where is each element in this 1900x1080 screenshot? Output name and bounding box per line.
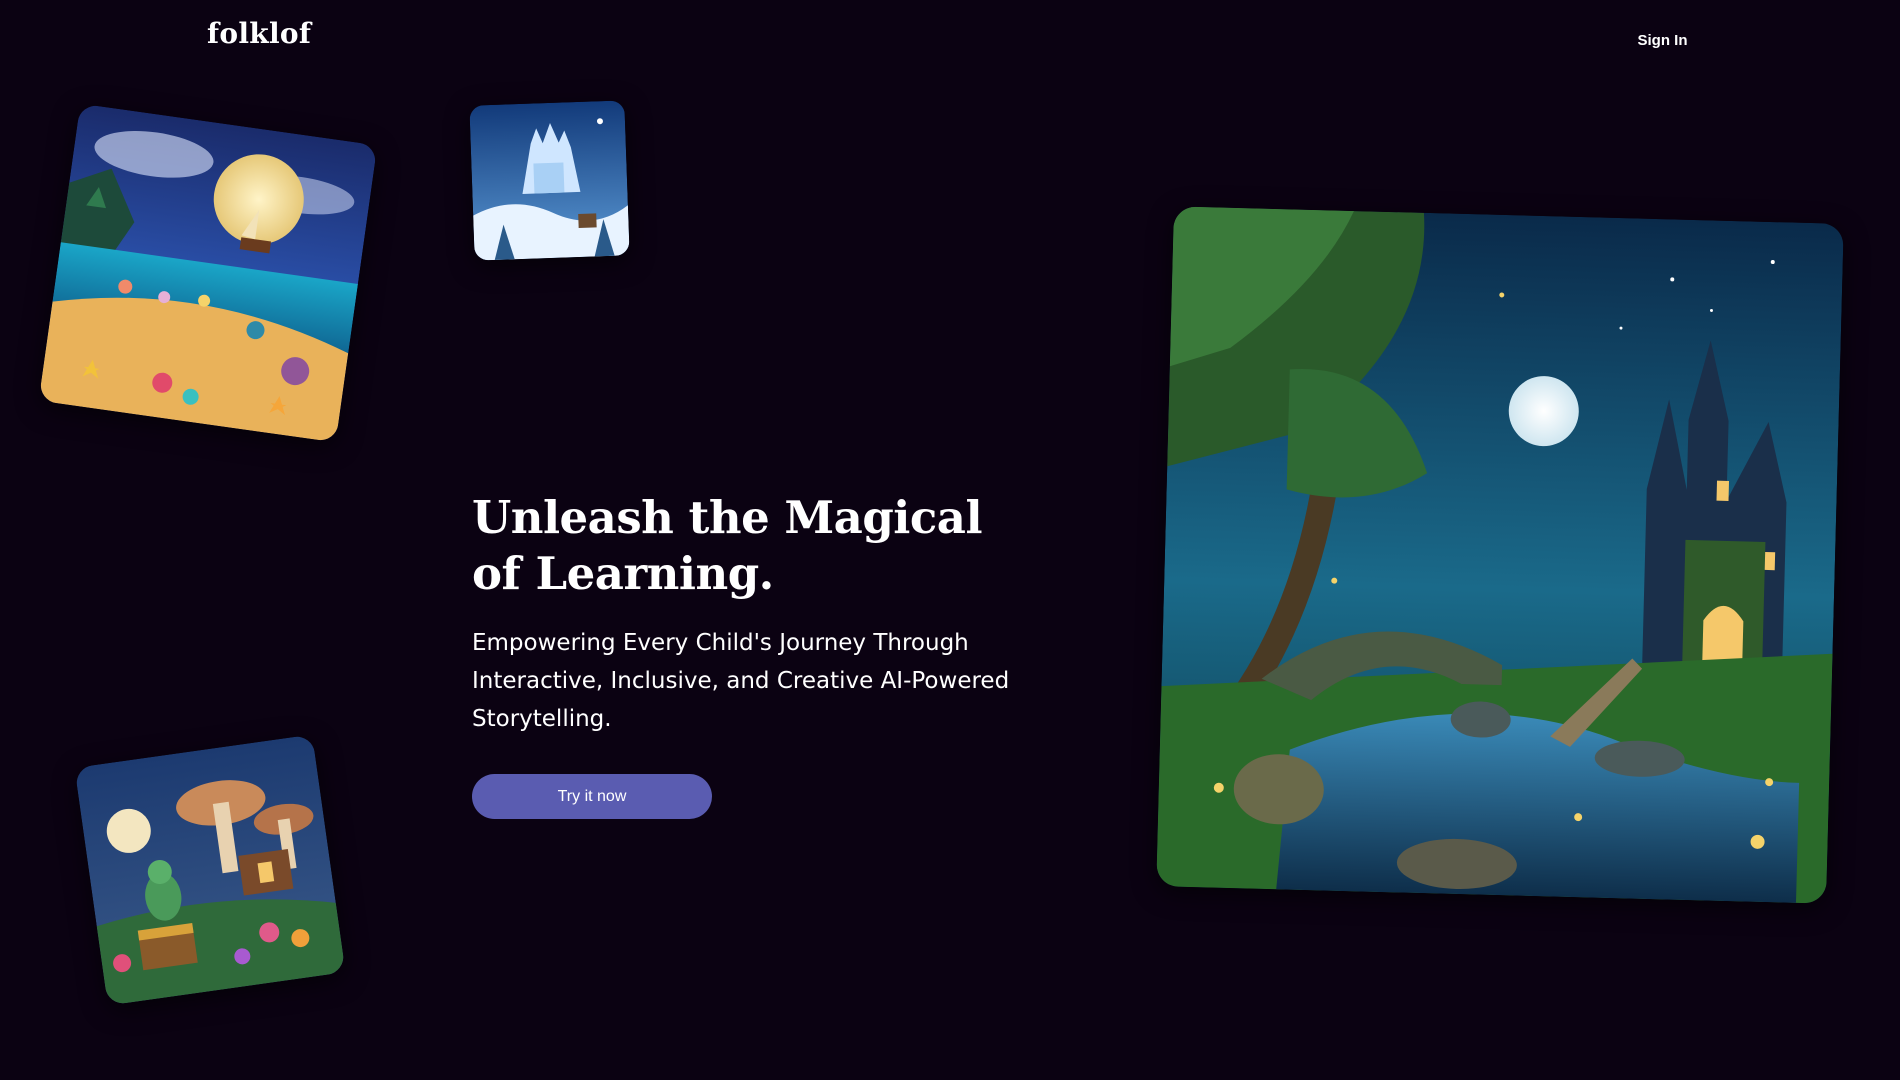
logo[interactable]: folklof <box>207 17 311 50</box>
forest-castle-illustration <box>1156 206 1844 904</box>
dragon-mushroom-illustration <box>74 734 346 1006</box>
hero-title: Unleash the Magical of Learning. <box>472 491 983 600</box>
mermaid-beach-illustration <box>38 103 378 443</box>
sign-in-button[interactable]: Sign In <box>1610 28 1715 52</box>
ice-castle-illustration <box>469 100 630 261</box>
hero-subtitle: Empowering Every Child's Journey Through… <box>472 630 1010 732</box>
try-it-now-button[interactable]: Try it now <box>472 774 712 819</box>
